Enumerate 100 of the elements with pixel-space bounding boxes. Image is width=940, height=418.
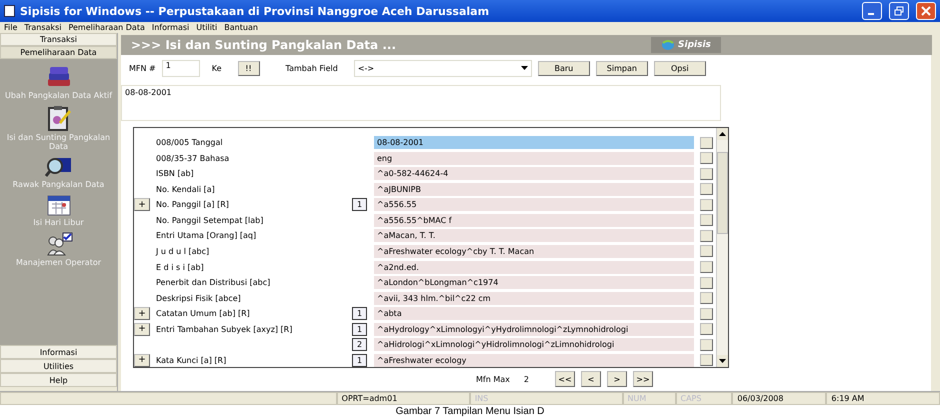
nav-button[interactable]: < [580, 371, 601, 387]
sidebar-section[interactable]: Transaksi [0, 33, 117, 46]
dropdown-arrow-icon [520, 66, 528, 70]
field-label: J u d u l [abc] [154, 246, 210, 256]
row-button[interactable] [700, 136, 713, 149]
scroll-down-icon[interactable] [719, 359, 726, 363]
menu-item[interactable]: Transaksi [24, 23, 62, 32]
window-title: Sipisis for Windows -- Perpustakaan di Provinsi Nanggroe Aceh Darussalam [20, 4, 490, 18]
add-button[interactable]: + [134, 354, 150, 367]
logo: Sipisis [651, 37, 721, 53]
add-button[interactable]: + [134, 322, 150, 336]
menu-item[interactable]: File [4, 23, 18, 32]
users-icon [44, 232, 72, 256]
value-field[interactable]: ^aFreshwater ecology [374, 354, 694, 367]
index-box: 1 [352, 354, 367, 367]
nav-button[interactable]: > [606, 371, 627, 387]
value-field[interactable]: ^a556.55^bMAC f [374, 214, 694, 227]
pager-label: Mfn Max [476, 374, 510, 384]
field-label: Kata Kunci [a] [R] [155, 356, 226, 365]
add-button[interactable]: + [134, 307, 150, 320]
row-button[interactable] [700, 323, 713, 336]
value-field[interactable]: ^aHidrologi^xLimnologi^yHidrolimnologi^zLimnohidrologi [374, 338, 694, 352]
status-cell: 06/03/2008 [732, 392, 826, 405]
mfn-label: MFN # [129, 64, 156, 72]
app-icon [4, 5, 15, 17]
value-field[interactable]: 08-08-2001 [374, 136, 694, 150]
minimize-button[interactable] [862, 2, 882, 20]
value-field[interactable]: ^a556.55 [374, 198, 694, 212]
field-dropdown[interactable]: <-> [354, 60, 532, 76]
close-button[interactable] [916, 2, 936, 20]
add-button[interactable]: + [134, 198, 150, 212]
value-field[interactable]: ^aMacan, T. T. [374, 229, 694, 242]
value-field[interactable]: ^avii, 343 hlm.^bil^c22 cm [374, 292, 694, 305]
status-cell: OPRT=adm01 [336, 392, 470, 405]
menu-item[interactable]: Pemeliharaan Data [68, 23, 145, 32]
row-button[interactable] [700, 276, 713, 289]
restore-icon [894, 6, 904, 16]
nav-button[interactable]: << [554, 371, 575, 387]
books-icon [46, 65, 72, 89]
row-button[interactable] [700, 168, 713, 180]
scrollbar[interactable] [716, 128, 728, 367]
value-field[interactable]: ^a0-582-44624-4 [374, 167, 694, 180]
ke-label: Ke [212, 64, 222, 72]
close-icon [921, 6, 931, 16]
toolbar-button[interactable]: Baru [538, 60, 590, 76]
row-button[interactable] [700, 230, 713, 242]
row-button[interactable] [700, 152, 713, 164]
sidebar-section[interactable]: Help [0, 373, 117, 387]
value-field[interactable]: ^aJBUNIPB [374, 182, 694, 196]
value-field[interactable]: ^aHydrology^xLimnologyi^yHydrolimnologi^zLymnohidrologi [374, 322, 694, 336]
row-button[interactable] [700, 338, 713, 351]
field-label: 008/005 Tanggal [155, 138, 223, 148]
field-label: Penerbit dan Distribusi [abc] [155, 278, 270, 288]
value-field[interactable]: ^a2nd.ed. [374, 260, 694, 274]
row-button[interactable] [700, 183, 713, 196]
clipboard-icon [46, 105, 70, 131]
caption: Gambar 7 Tampilan Menu Isian D [394, 405, 546, 418]
menu-item[interactable]: Informasi [152, 23, 190, 32]
field-label: No. Panggil [a] [R] [155, 200, 229, 210]
row-button[interactable] [700, 261, 713, 274]
row-button[interactable] [700, 198, 713, 211]
row-button[interactable] [700, 245, 713, 258]
logo-icon [661, 39, 675, 51]
field-label: ISBN [ab] [155, 169, 194, 178]
menu-item[interactable]: Utiliti [196, 23, 218, 32]
field-label: Tambah Field [286, 64, 338, 72]
sidebar-section[interactable]: Utilities [0, 359, 117, 373]
restore-button[interactable] [889, 2, 909, 20]
value-field[interactable]: ^aLondon^bLongman^c1974 [374, 276, 694, 290]
field-label: Entri Utama [Orang] [aq] [155, 231, 256, 240]
magnifier-icon [44, 156, 72, 178]
calendar-icon [46, 194, 70, 216]
value-field[interactable]: eng [374, 152, 694, 165]
scroll-up-icon[interactable] [719, 132, 726, 136]
status-cell: 6:19 AM [826, 392, 940, 405]
sidebar-section[interactable]: Pemeliharaan Data [0, 46, 117, 59]
field-label: No. Panggil Setempat [lab] [155, 216, 264, 225]
value-field[interactable]: ^aFreshwater ecology^cby T. T. Macan [374, 244, 694, 258]
page-title: >>> Isi dan Sunting Pangkalan Data ... [131, 38, 397, 52]
index-box: 1 [352, 198, 367, 212]
row-button[interactable] [700, 354, 713, 366]
menu-item[interactable]: Bantuan [224, 23, 258, 32]
field-label: Deskripsi Fisik [abce] [155, 294, 241, 303]
index-box: 1 [352, 307, 367, 320]
toolbar-button[interactable]: Opsi [654, 60, 706, 76]
row-button[interactable] [700, 308, 713, 320]
sidebar-section[interactable]: Informasi [0, 345, 117, 359]
mfn-field[interactable]: 1 [162, 60, 200, 76]
go-button[interactable]: !! [238, 60, 260, 76]
row-button[interactable] [700, 292, 713, 304]
field-label: 008/35-37 Bahasa [155, 154, 230, 163]
index-box: 1 [352, 322, 367, 336]
row-button[interactable] [700, 214, 713, 226]
field-label: Catatan Umum [ab] [R] [155, 309, 250, 318]
nav-button[interactable]: >> [632, 371, 653, 387]
value-field[interactable]: ^abta [374, 307, 694, 320]
field-label: E d i s i [ab] [155, 262, 204, 272]
note-field[interactable]: 08-08-2001 [121, 85, 721, 121]
toolbar-button[interactable]: Simpan [596, 60, 648, 76]
field-label: No. Kendali [a] [155, 184, 215, 194]
